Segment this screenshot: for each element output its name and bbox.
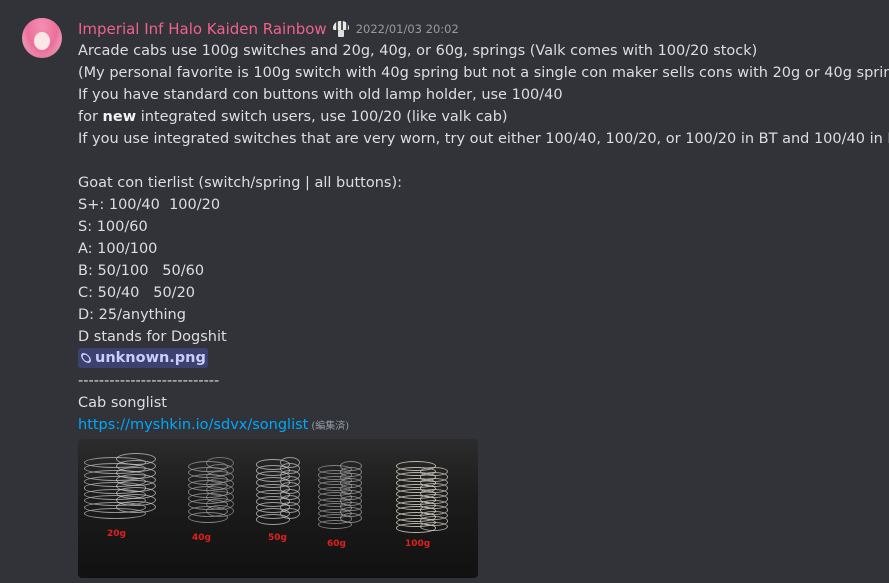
text-line: Arcade cabs use 100g switches and 20g, 4… [78,43,758,59]
text-segment: for [78,109,103,125]
text-line: Cab songlist [78,395,167,411]
text-line: D stands for Dogshit [78,329,227,345]
bold-text: new [102,109,137,125]
spring-coil [280,507,300,519]
link-line: https://myshkin.io/sdvx/songlist (編集済) [78,414,878,436]
paperclip-icon [79,351,93,365]
spring-coil [420,521,448,531]
user-avatar[interactable] [22,18,62,58]
text-line: for new integrated switch users, use 100… [78,106,878,128]
separator-line: --------------------------- [78,373,220,389]
image-label: 20g [107,529,126,539]
image-label: 40g [192,533,211,543]
text-line: (My personal favorite is 100g switch wit… [78,65,889,81]
message-timestamp[interactable]: 2022/01/03 20:02 [356,22,459,36]
text-line: If you have standard con buttons with ol… [78,87,563,103]
spring-coil [206,505,234,517]
text-segment: integrated switch users, use 100/20 (lik… [136,109,508,125]
chat-message: Imperial Inf Halo Kaiden Rainbow 2022/01… [0,0,889,583]
username[interactable]: Imperial Inf Halo Kaiden Rainbow [78,20,327,38]
mushroom-icon[interactable] [332,20,350,38]
spring-coil [340,513,362,523]
text-line: B: 50/100 50/60 [78,263,205,279]
image-label: 100g [405,539,431,549]
songlist-link[interactable]: https://myshkin.io/sdvx/songlist [78,417,308,433]
image-embed[interactable]: 20g 40g 50g 60g 100g [78,439,478,578]
attachment-line: unknown.png [78,348,878,370]
attachment-link[interactable]: unknown.png [78,348,208,368]
spring-coil [116,501,156,513]
message-content: Imperial Inf Halo Kaiden Rainbow 2022/01… [78,18,889,578]
text-line: A: 100/100 [78,241,158,257]
text-line: If you use integrated switches that are … [78,131,889,147]
image-label: 50g [268,533,287,543]
text-line: D: 25/anything [78,307,186,323]
message-body: Arcade cabs use 100g switches and 20g, 4… [78,40,889,436]
text-line: Goat con tierlist (switch/spring | all b… [78,175,402,191]
image-label: 60g [327,539,346,549]
text-line: S+: 100/40 100/20 [78,197,221,213]
message-header: Imperial Inf Halo Kaiden Rainbow 2022/01… [78,18,878,40]
attachment-filename: unknown.png [95,350,206,366]
text-line: C: 50/40 50/20 [78,285,196,301]
text-line: S: 100/60 [78,219,148,235]
edited-indicator: (編集済) [311,421,350,432]
